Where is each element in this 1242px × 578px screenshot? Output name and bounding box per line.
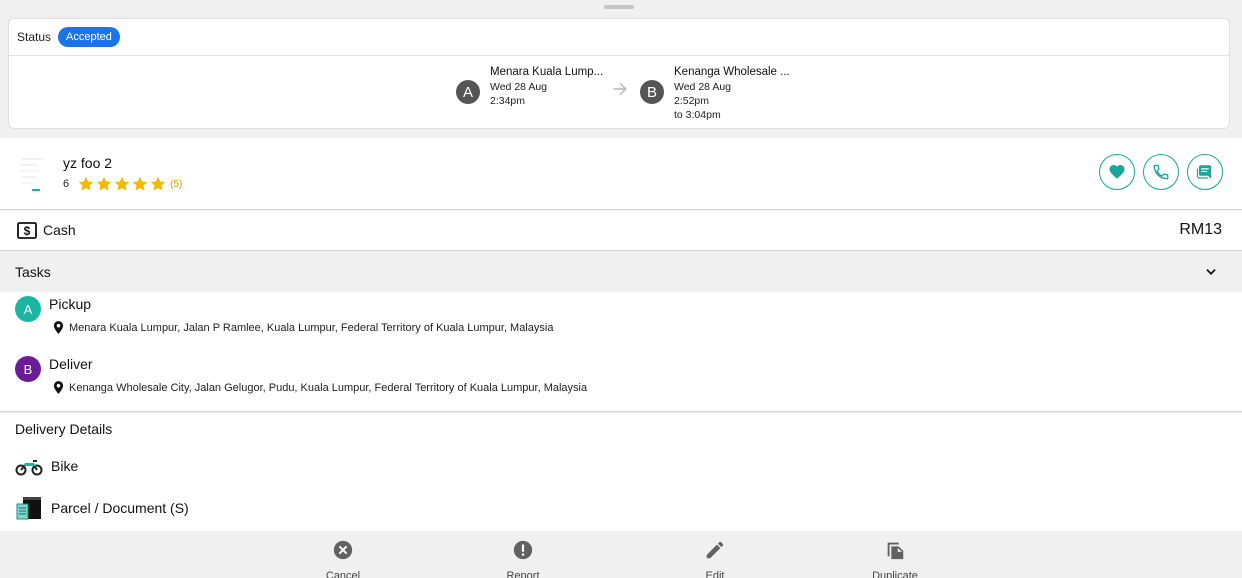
route-to-time-end: to 3:04pm [674, 109, 721, 121]
status-label: Status [17, 30, 52, 44]
route-from: Menara Kuala Lump... Wed 28 Aug 2:34pm [490, 65, 603, 108]
route-from-name: Menara Kuala Lump... [490, 66, 604, 78]
tasks-header[interactable]: Tasks [0, 252, 1242, 292]
driver-avatar [18, 156, 50, 194]
location-pin-icon [53, 381, 64, 394]
status-row: Status Accepted [9, 19, 1229, 56]
location-pin-icon [53, 321, 64, 334]
route-from-time: 2:34pm [490, 95, 526, 107]
tasks-title: Tasks [15, 264, 51, 280]
delivery-details: Delivery Details Bike Parcel / Document … [0, 413, 1242, 531]
payment-amount: RM13 [1179, 221, 1222, 238]
driver-rating: 6 (5) [63, 175, 182, 193]
task-marker-b: B [15, 356, 41, 382]
duplicate-button[interactable]: Duplicate [855, 539, 935, 578]
payment-row: $ Cash RM13 [0, 211, 1242, 251]
vehicle-label: Bike [51, 458, 79, 474]
route-to-time: 2:52pm [674, 95, 710, 107]
route-to-marker: B [640, 80, 664, 104]
task-address-text: Menara Kuala Lumpur, Jalan P Ramlee, Kua… [69, 321, 554, 334]
chevron-down-icon[interactable] [1204, 265, 1218, 279]
star-icon [78, 176, 94, 191]
route-to: Kenanga Wholesale ... Wed 28 Aug 2:52pm … [674, 65, 790, 122]
task-address-text: Kenanga Wholesale City, Jalan Gelugor, P… [69, 381, 588, 394]
star-icon [150, 176, 166, 191]
rating-stars [77, 175, 167, 193]
drag-handle[interactable] [604, 5, 634, 9]
rating-count: (5) [170, 178, 183, 190]
footer-actions: Cancel Report Edit Duplicate [0, 531, 1242, 578]
report-icon [513, 540, 533, 560]
task-address-pickup: Menara Kuala Lumpur, Jalan P Ramlee, Kua… [53, 321, 553, 334]
driver-name: yz foo 2 [63, 155, 113, 171]
pencil-icon [706, 541, 724, 559]
cancel-label: Cancel [325, 570, 361, 578]
edit-label: Edit [705, 570, 725, 578]
package-row: Parcel / Document (S) [15, 495, 189, 521]
driver-count: 6 [63, 178, 70, 190]
edit-button[interactable]: Edit [675, 539, 755, 578]
vehicle-row: Bike [15, 453, 78, 479]
heart-icon [1109, 164, 1125, 179]
route-summary: A Menara Kuala Lump... Wed 28 Aug 2:34pm… [9, 65, 1229, 125]
route-from-date: Wed 28 Aug [490, 81, 548, 93]
driver-section: yz foo 2 6 (5) [0, 138, 1242, 210]
parcel-document-icon [16, 497, 41, 520]
call-driver-button[interactable] [1143, 154, 1179, 190]
tasks-list: A Pickup Menara Kuala Lumpur, Jalan P Ra… [0, 292, 1242, 412]
duplicate-label: Duplicate [872, 570, 918, 578]
chat-driver-button[interactable] [1187, 154, 1223, 190]
star-icon [96, 176, 112, 191]
report-button[interactable]: Report [483, 539, 563, 578]
status-card: Status Accepted A Menara Kuala Lump... W… [8, 18, 1230, 129]
route-to-date: Wed 28 Aug [674, 81, 732, 93]
task-marker-a: A [15, 296, 41, 322]
payment-method: Cash [43, 222, 76, 238]
cancel-button[interactable]: Cancel [303, 539, 383, 578]
arrow-right-icon [613, 82, 628, 96]
star-icon [114, 176, 130, 191]
star-icon [132, 176, 148, 191]
chat-icon [1196, 165, 1211, 179]
delivery-details-title: Delivery Details [15, 421, 113, 437]
status-badge: Accepted [58, 27, 120, 47]
task-title-pickup: Pickup [49, 296, 92, 312]
svg-text:$: $ [24, 224, 31, 238]
route-to-name: Kenanga Wholesale ... [674, 66, 790, 78]
task-address-deliver: Kenanga Wholesale City, Jalan Gelugor, P… [53, 381, 587, 394]
cancel-icon [333, 540, 353, 560]
motorbike-icon [15, 460, 43, 476]
package-label: Parcel / Document (S) [51, 500, 189, 516]
cash-icon: $ [17, 222, 37, 239]
phone-icon [1153, 164, 1169, 180]
report-label: Report [506, 570, 540, 578]
favorite-driver-button[interactable] [1099, 154, 1135, 190]
duplicate-icon [887, 542, 904, 560]
task-title-deliver: Deliver [49, 356, 93, 372]
route-from-marker: A [456, 80, 480, 104]
